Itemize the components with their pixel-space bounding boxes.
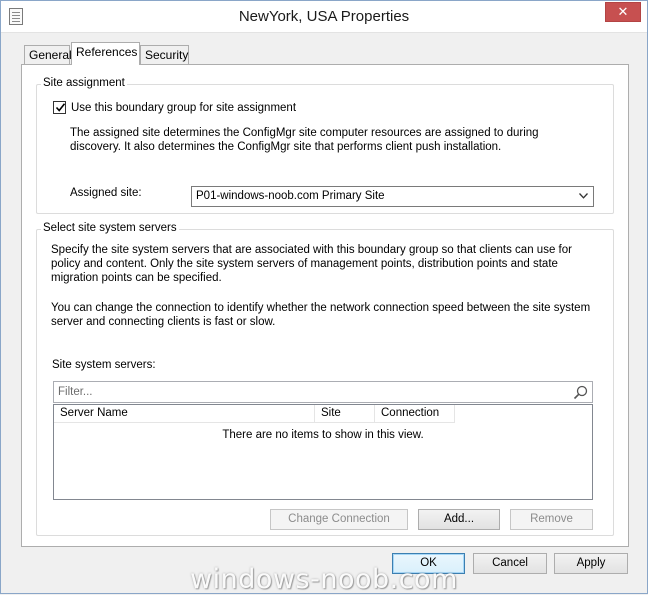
site-servers-list[interactable]: Server Name Site Connection There are no… (53, 404, 593, 500)
title-bar: NewYork, USA Properties ✕ (1, 1, 647, 33)
empty-list-message: There are no items to show in this view. (222, 429, 424, 441)
site-servers-list-label: Site system servers: (52, 359, 156, 371)
site-assignment-group-label: Site assignment (41, 77, 127, 89)
tab-panel-references: Site assignment Use this boundary group … (21, 64, 629, 547)
site-assignment-checkbox-label[interactable]: Use this boundary group for site assignm… (71, 101, 296, 115)
column-header-connection[interactable]: Connection (375, 405, 455, 423)
remove-button[interactable]: Remove (510, 509, 593, 530)
window-title: NewYork, USA Properties (238, 8, 410, 25)
close-icon: ✕ (617, 5, 629, 20)
close-button[interactable]: ✕ (605, 2, 641, 22)
assigned-site-value: P01-windows-noob.com Primary Site (196, 190, 385, 202)
tab-general[interactable]: General (24, 45, 72, 65)
filter-placeholder: Filter... (58, 386, 93, 398)
checkmark-icon (55, 103, 66, 112)
assigned-site-select[interactable]: P01-windows-noob.com Primary Site (191, 186, 594, 207)
column-header-site[interactable]: Site (315, 405, 375, 423)
filter-input[interactable]: Filter... (53, 381, 593, 403)
site-servers-description: Specify the site system servers that are… (51, 244, 572, 284)
change-connection-button[interactable]: Change Connection (270, 509, 408, 530)
magnifier-icon[interactable] (573, 385, 588, 400)
tab-security[interactable]: Security (140, 45, 189, 65)
site-servers-group-label: Select site system servers (41, 222, 179, 234)
column-header-server-name[interactable]: Server Name (54, 405, 315, 423)
watermark: windows-noob.com (190, 564, 458, 595)
assigned-site-label: Assigned site: (70, 187, 142, 199)
site-assignment-description: The assigned site determines the ConfigM… (70, 127, 539, 153)
connection-description: You can change the connection to identif… (51, 302, 591, 328)
add-button[interactable]: Add... (418, 509, 500, 530)
site-assignment-checkbox[interactable] (53, 101, 66, 114)
tab-references[interactable]: References (71, 42, 140, 65)
chevron-down-icon (579, 193, 588, 199)
properties-window: NewYork, USA Properties ✕ General Refere… (0, 0, 648, 595)
